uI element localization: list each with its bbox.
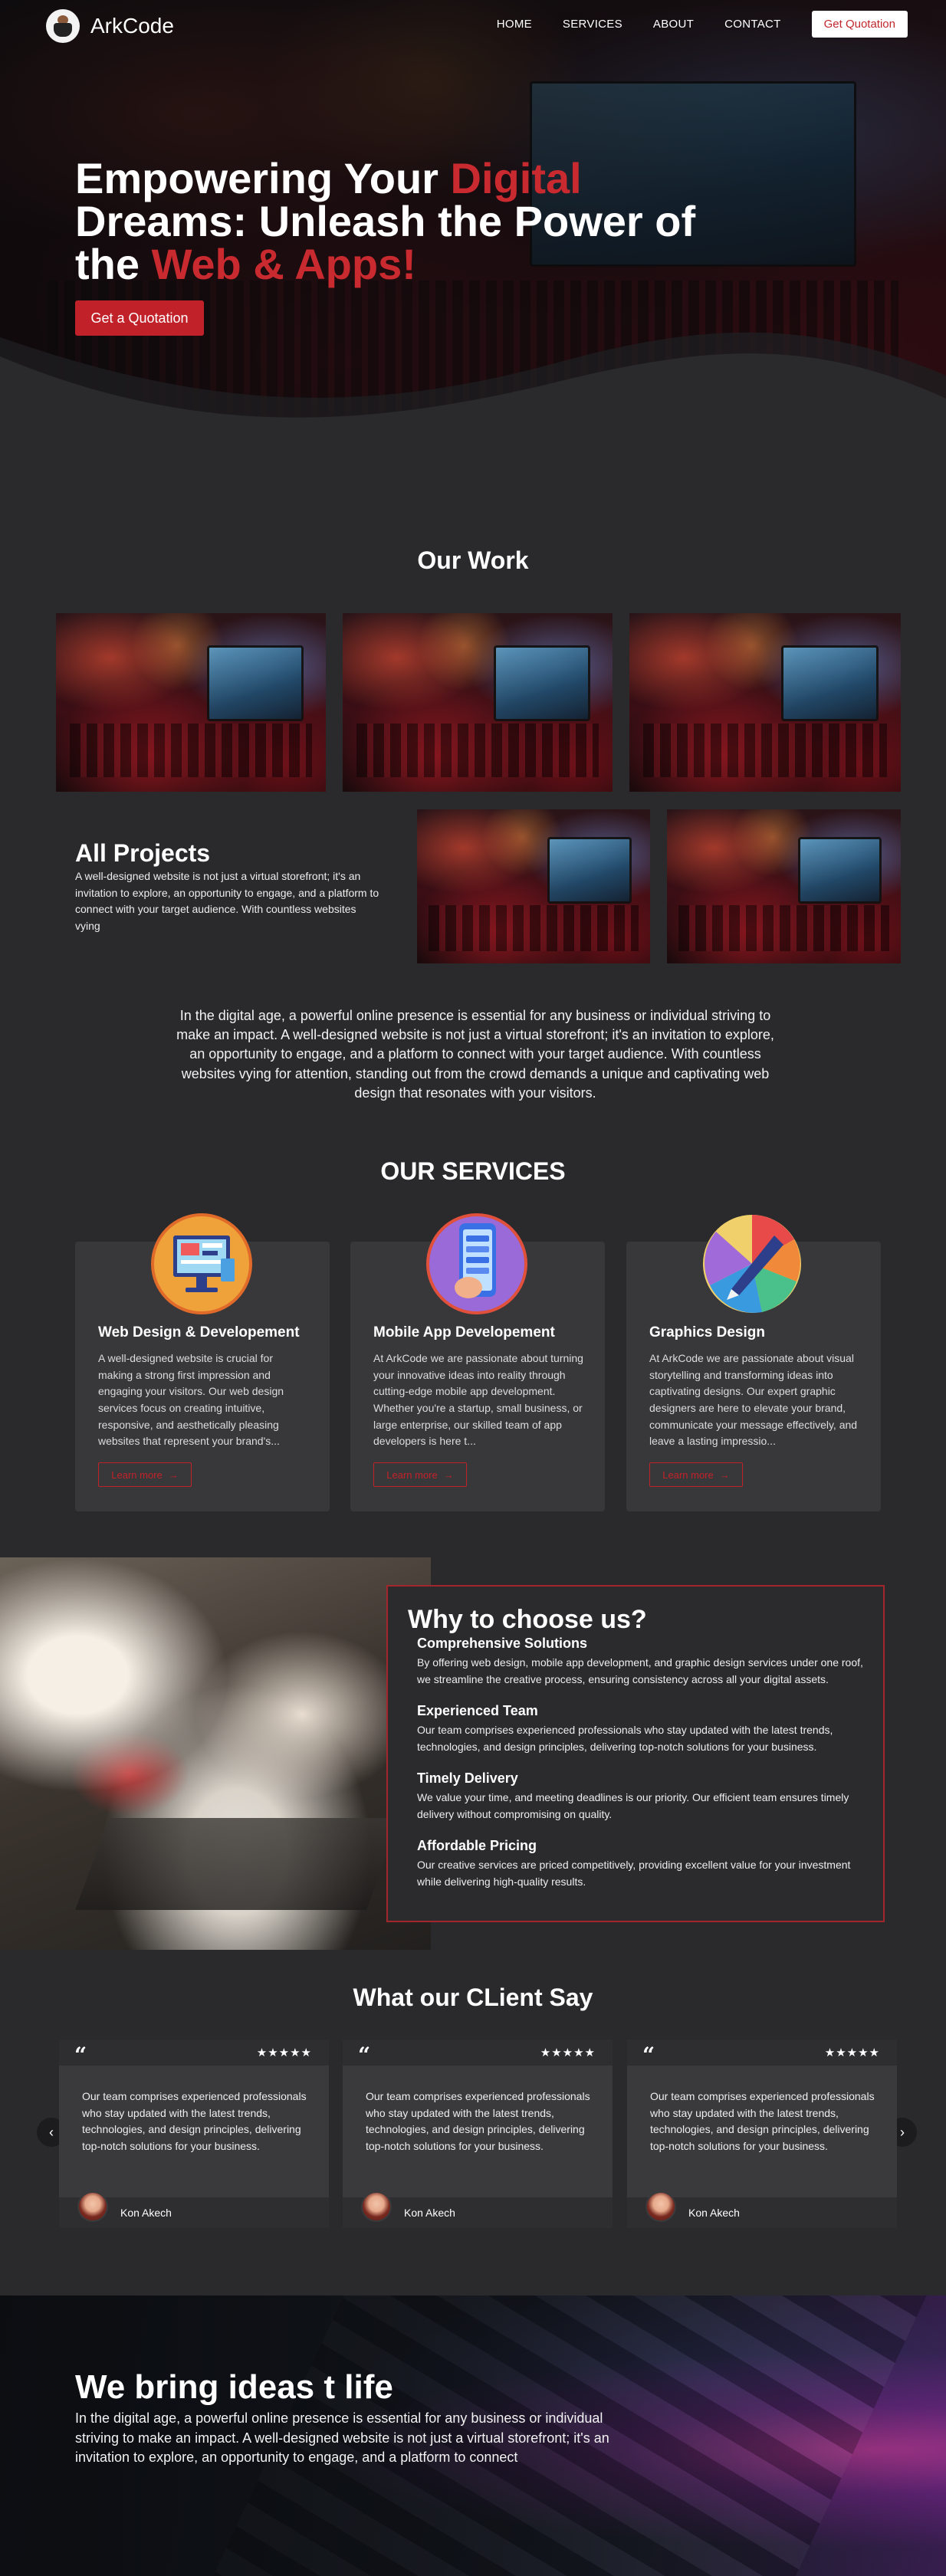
- arrow-right-icon: →: [443, 1468, 454, 1481]
- testimonial-card: “ ★★★★★ Our team comprises experienced p…: [59, 2039, 329, 2228]
- top-navigation: ArkCode HOME SERVICES ABOUT CONTACT Get …: [0, 0, 946, 51]
- service-title: Mobile App Developement: [373, 1324, 555, 1341]
- all-projects-title: All Projects: [75, 839, 211, 867]
- testimonial-text: Our team comprises experienced professio…: [366, 2090, 590, 2153]
- why-item-text: Our creative services are priced competi…: [417, 1859, 851, 1888]
- why-choose-us-panel: Why to choose us? Comprehensive Solution…: [386, 1585, 885, 1922]
- ideas-banner: We bring ideas t life In the digital age…: [0, 2295, 946, 2576]
- avatar: [361, 2191, 392, 2222]
- hero-highlight-web-apps: Web & Apps!: [151, 240, 416, 288]
- hero-quotation-button[interactable]: Get a Quotation: [75, 300, 204, 336]
- services-title: OUR SERVICES: [380, 1157, 566, 1185]
- service-title: Graphics Design: [649, 1324, 765, 1341]
- testimonials-title: What our CLient Say: [353, 1984, 593, 2011]
- quote-icon: “: [358, 2043, 371, 2068]
- hero-section: ArkCode HOME SERVICES ABOUT CONTACT Get …: [0, 0, 946, 452]
- brand-name: ArkCode: [90, 14, 174, 38]
- hero-highlight-digital: Digital: [450, 154, 582, 202]
- work-image-2[interactable]: [343, 613, 613, 792]
- arrow-right-icon: →: [168, 1468, 179, 1481]
- graphics-design-illustration-icon: [703, 1215, 801, 1313]
- brand-logo[interactable]: ArkCode: [46, 9, 174, 43]
- avatar: [645, 2191, 676, 2222]
- why-item-text: We value your time, and meeting deadline…: [417, 1791, 849, 1820]
- service-description: At ArkCode we are passionate about visua…: [649, 1352, 858, 1448]
- star-rating-icon: ★★★★★: [824, 2046, 880, 2059]
- team-photo: [0, 1557, 431, 1950]
- why-item-title: Experienced Team: [417, 1703, 538, 1718]
- testimonial-card: “ ★★★★★ Our team comprises experienced p…: [343, 2039, 613, 2228]
- testimonial-author: Kon Akech: [120, 2207, 172, 2219]
- our-work-title: Our Work: [417, 546, 529, 574]
- service-title: Web Design & Developement: [98, 1324, 300, 1341]
- why-item-text: Our team comprises experienced professio…: [417, 1724, 833, 1753]
- work-image-4[interactable]: [417, 809, 650, 963]
- learn-more-button[interactable]: Learn more →: [649, 1462, 743, 1487]
- star-rating-icon: ★★★★★: [256, 2046, 312, 2059]
- why-item: Experienced Team Our team comprises expe…: [417, 1703, 869, 1755]
- learn-more-button[interactable]: Learn more →: [373, 1462, 467, 1487]
- nav-link-contact[interactable]: CONTACT: [724, 18, 780, 31]
- why-item: Affordable Pricing Our creative services…: [417, 1838, 869, 1890]
- work-image-3[interactable]: [629, 613, 901, 792]
- nav-link-home[interactable]: HOME: [497, 18, 532, 31]
- nav-menu: HOME SERVICES ABOUT CONTACT Get Quotatio…: [497, 11, 908, 38]
- get-quotation-button[interactable]: Get Quotation: [811, 11, 908, 38]
- hero-headline: Empowering Your Digital Dreams: Unleash …: [75, 154, 696, 288]
- quote-icon: “: [74, 2043, 87, 2068]
- why-item: Timely Delivery We value your time, and …: [417, 1770, 869, 1823]
- testimonial-text: Our team comprises experienced professio…: [650, 2090, 875, 2153]
- intro-paragraph: In the digital age, a powerful online pr…: [176, 1008, 774, 1101]
- nav-link-about[interactable]: ABOUT: [653, 18, 694, 31]
- service-description: At ArkCode we are passionate about turni…: [373, 1352, 583, 1448]
- why-item-title: Affordable Pricing: [417, 1838, 537, 1853]
- nav-link-services[interactable]: SERVICES: [563, 18, 622, 31]
- quote-icon: “: [642, 2043, 655, 2068]
- mobile-app-illustration-icon: [426, 1213, 527, 1314]
- testimonial-author: Kon Akech: [688, 2207, 740, 2219]
- why-title: Why to choose us?: [408, 1605, 647, 1634]
- logo-icon: [46, 9, 80, 43]
- why-item-text: By offering web design, mobile app devel…: [417, 1656, 863, 1685]
- all-projects-description: A well-designed website is not just a vi…: [75, 870, 379, 933]
- work-image-5[interactable]: [667, 809, 901, 963]
- testimonial-text: Our team comprises experienced professio…: [82, 2090, 307, 2153]
- arrow-right-icon: →: [719, 1468, 730, 1481]
- testimonial-card: “ ★★★★★ Our team comprises experienced p…: [627, 2039, 897, 2228]
- learn-more-button[interactable]: Learn more →: [98, 1462, 192, 1487]
- web-design-illustration-icon: [151, 1213, 252, 1314]
- service-description: A well-designed website is crucial for m…: [98, 1352, 284, 1448]
- testimonial-author: Kon Akech: [404, 2207, 455, 2219]
- chevron-right-icon: ›: [900, 2124, 905, 2140]
- chevron-left-icon: ‹: [49, 2124, 54, 2140]
- banner-text: In the digital age, a powerful online pr…: [75, 2410, 609, 2466]
- why-item: Comprehensive Solutions By offering web …: [417, 1636, 869, 1688]
- avatar: [77, 2191, 108, 2222]
- why-item-title: Comprehensive Solutions: [417, 1636, 588, 1651]
- why-item-title: Timely Delivery: [417, 1770, 518, 1786]
- banner-title: We bring ideas t life: [75, 2368, 393, 2406]
- star-rating-icon: ★★★★★: [540, 2046, 596, 2059]
- work-image-1[interactable]: [56, 613, 326, 792]
